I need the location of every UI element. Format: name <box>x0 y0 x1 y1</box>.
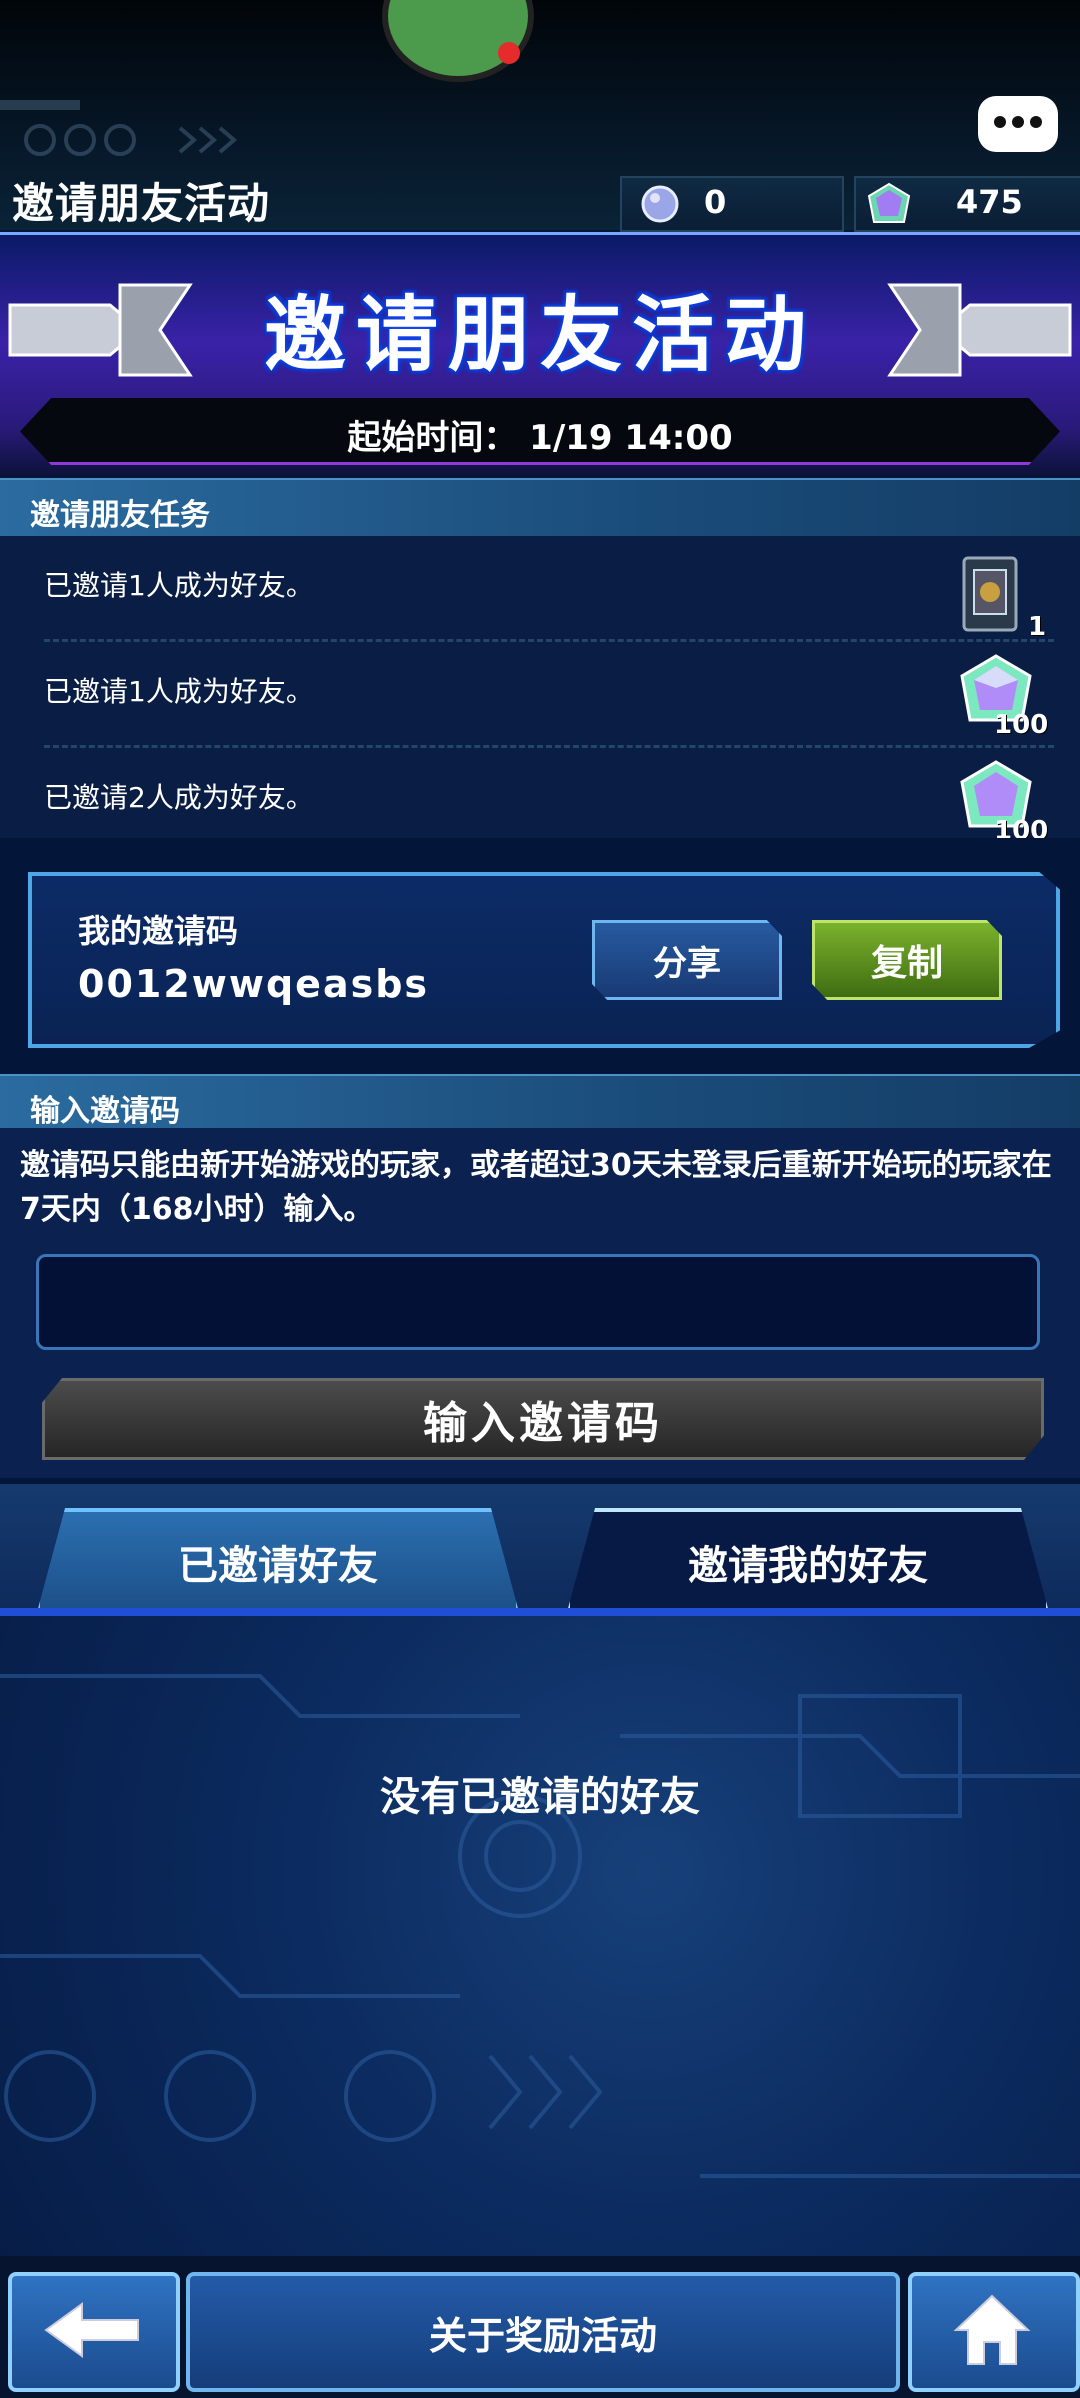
circuit-decoration <box>0 100 238 156</box>
tasks-section-header: 邀请朋友任务 <box>0 478 1080 538</box>
friends-list[interactable] <box>0 1616 1080 2256</box>
home-button[interactable] <box>908 2272 1080 2392</box>
back-button[interactable] <box>8 2272 180 2392</box>
reward-count: 1 <box>1028 612 1047 642</box>
back-arrow-icon <box>44 2302 139 2358</box>
enter-code-description: 邀请码只能由新开始游戏的玩家，或者超过30天未登录后重新开始玩的玩家在7天内（1… <box>20 1148 1052 1227</box>
tab-underline <box>0 1608 1080 1616</box>
reward-count: 100 <box>994 816 1049 838</box>
orb-count: 0 <box>704 183 727 221</box>
home-icon <box>953 2294 1031 2365</box>
enter-code-header-label: 输入邀请码 <box>30 1094 180 1129</box>
page-title: 邀请朋友活动 <box>12 179 271 228</box>
invite-code-input[interactable] <box>36 1254 1040 1350</box>
enter-code-section-header: 输入邀请码 <box>0 1074 1080 1134</box>
card-pack-icon <box>962 556 1018 632</box>
task-row: 已邀请2人成为好友。 100 <box>0 748 1080 838</box>
tab-friends-who-invited-me[interactable]: 邀请我的好友 <box>566 1508 1050 1616</box>
gem-count: 475 <box>956 183 1023 221</box>
tasks-header-label: 邀请朋友任务 <box>30 498 210 533</box>
gem-icon <box>867 182 911 223</box>
my-code-label: 我的邀请码 <box>78 912 239 950</box>
orb-icon <box>641 185 679 223</box>
submit-invite-code-button[interactable]: 输入邀请码 <box>42 1378 1044 1460</box>
task-text: 已邀请1人成为好友。 <box>44 675 314 708</box>
chat-icon[interactable] <box>978 96 1058 152</box>
task-text: 已邀请2人成为好友。 <box>44 781 314 814</box>
banner-title: 邀请朋友活动 <box>263 288 816 383</box>
gem-currency: 475 <box>854 176 1080 232</box>
task-row: 已邀请1人成为好友。 1 <box>0 536 1080 642</box>
my-code-value: 0012wwqeasbs <box>78 962 430 1006</box>
copy-button[interactable]: 复制 <box>812 920 1002 1000</box>
task-row: 已邀请1人成为好友。 100 <box>0 642 1080 748</box>
circuit-background <box>0 1674 1080 2178</box>
notification-dot <box>498 42 520 64</box>
tab-invited-friends[interactable]: 已邀请好友 <box>36 1508 520 1616</box>
orb-currency: 0 <box>620 176 844 232</box>
reward-count: 100 <box>994 710 1049 740</box>
start-time-text: 起始时间： 1/19 14:00 <box>347 418 733 458</box>
about-reward-event-button[interactable]: 关于奖励活动 <box>186 2272 900 2392</box>
task-text: 已邀请1人成为好友。 <box>44 569 314 602</box>
empty-list-message: 没有已邀请的好友 <box>380 1774 700 1820</box>
share-button[interactable]: 分享 <box>592 920 782 1000</box>
task-list[interactable]: 已邀请1人成为好友。 1 已邀请1人成为好友。 100 已邀请2人成为好友。 1… <box>0 536 1080 838</box>
